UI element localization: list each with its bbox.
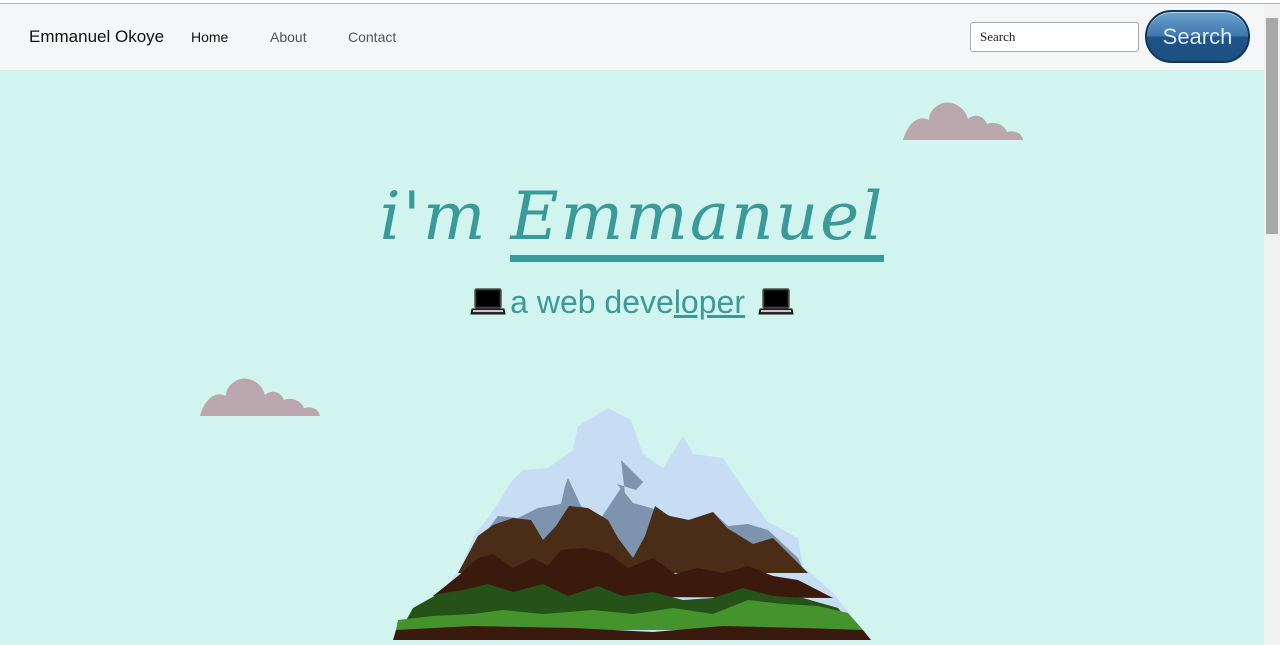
cloud-icon: [200, 378, 320, 416]
nav-link-about[interactable]: About: [270, 29, 307, 45]
nav-link-contact[interactable]: Contact: [348, 29, 396, 45]
mountain-illustration: [393, 408, 871, 640]
scrollbar[interactable]: [1264, 4, 1280, 645]
hero-title-prefix: i'm: [379, 178, 511, 255]
navbar: Emmanuel Okoye Home About Contact Search: [0, 4, 1264, 70]
hero-subtitle: a web developer: [0, 284, 1264, 325]
hero-title-name: Emmanuel: [510, 178, 885, 262]
hero-title: i'm Emmanuel: [0, 178, 1264, 262]
subtitle-underlined: loper: [673, 284, 745, 320]
laptop-icon: [758, 287, 794, 325]
search-button[interactable]: Search: [1145, 10, 1250, 63]
scrollbar-thumb[interactable]: [1266, 18, 1278, 234]
cloud-icon: [903, 102, 1023, 140]
subtitle-text: a web deve: [510, 284, 674, 320]
search-input[interactable]: [970, 22, 1139, 52]
brand-link[interactable]: Emmanuel Okoye: [29, 27, 164, 47]
nav-link-home[interactable]: Home: [191, 29, 228, 45]
laptop-icon: [470, 287, 506, 325]
